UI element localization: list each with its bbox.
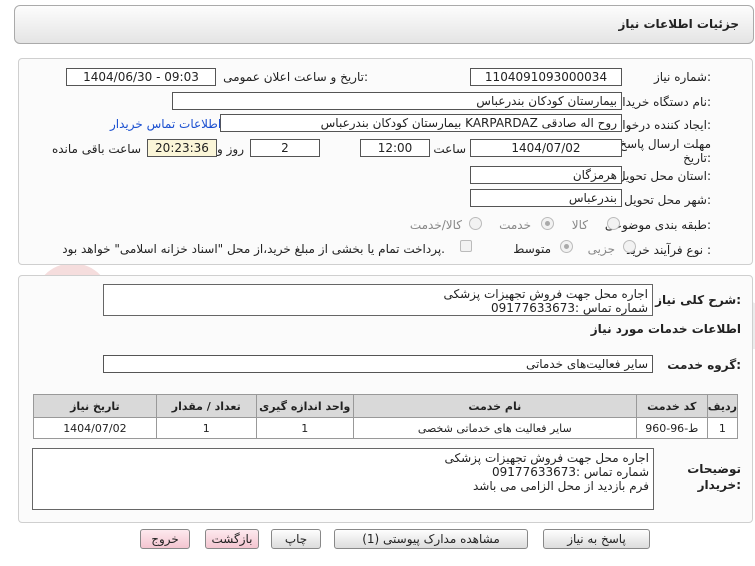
- buyer-notes-label-2: خریدار:: [697, 478, 741, 492]
- cell-date: 1404/07/02: [33, 417, 157, 439]
- contact-info-link[interactable]: اطلاعات تماس خریدار: [110, 117, 221, 131]
- deadline-label-date: تاریخ:: [683, 151, 711, 165]
- col-qty: تعداد / مقدار: [155, 394, 257, 418]
- days-field: 2: [250, 139, 320, 157]
- days-label: روز و: [217, 142, 244, 156]
- process-label: نوع فرآیند خرید :: [626, 243, 711, 257]
- services-table: ردیف کد خدمت نام خدمت واحد اندازه گیری ت…: [33, 394, 739, 439]
- buyer-notes-line-3: فرم بازدید از محل الزامی می باشد: [473, 479, 649, 493]
- cell-unit: 1: [255, 417, 354, 439]
- category-option-service: خدمت: [499, 218, 531, 232]
- remaining-timer: 20:23:36: [147, 139, 217, 157]
- buyer-notes-line-1: اجاره محل جهت فروش تجهیزات پزشکی: [444, 451, 650, 465]
- category-radio-goods-service[interactable]: [469, 217, 482, 230]
- buyer-notes-label: توضیحات: [687, 462, 741, 476]
- col-unit: واحد اندازه گیری: [255, 394, 354, 418]
- page-header: جزئیات اطلاعات نیاز: [14, 5, 754, 44]
- summary-label: شرح کلی نیاز:: [655, 293, 741, 307]
- page-title: جزئیات اطلاعات نیاز: [618, 17, 739, 31]
- cell-name: سایر فعالیت های خدماتی شخصی: [352, 417, 637, 439]
- deadline-time-field: 12:00: [360, 139, 430, 157]
- cell-row: 1: [706, 417, 739, 439]
- buyer-org-label: نام دستگاه خریدار:: [616, 95, 712, 109]
- summary-line-2: شماره تماس :09177633673: [491, 301, 648, 315]
- announce-field: 1404/06/30 - 09:03: [66, 68, 216, 86]
- treasury-note: پرداخت تمام یا بخشی از مبلغ خرید،از محل …: [62, 242, 445, 256]
- col-code: کد خدمت: [635, 394, 708, 418]
- treasury-checkbox[interactable]: [460, 240, 472, 252]
- category-option-goods-service: کالا/خدمت: [409, 218, 462, 232]
- province-label: استان محل تحویل:: [616, 169, 711, 183]
- service-group-field: سایر فعالیت‌های خدماتی: [103, 355, 653, 373]
- cell-qty: 1: [155, 417, 257, 439]
- category-option-goods: کالا: [571, 218, 588, 232]
- reply-button[interactable]: پاسخ به نیاز: [543, 529, 650, 549]
- summary-line-1: اجاره محل جهت فروش تجهیزات پزشکی: [443, 287, 649, 301]
- city-field: بندرعباس: [470, 189, 622, 207]
- back-button[interactable]: بازگشت: [205, 529, 259, 549]
- process-radio-medium[interactable]: [560, 240, 573, 253]
- cell-code: ط-96-960: [635, 417, 708, 439]
- buyer-org-field: بیمارستان کودکان بندرعباس: [172, 92, 622, 110]
- need-number-field: 1104091093000034: [470, 68, 622, 86]
- exit-button[interactable]: خروج: [140, 529, 190, 549]
- process-option-minor: جزیی: [587, 242, 615, 256]
- category-radio-goods[interactable]: [607, 217, 620, 230]
- announce-label: تاریخ و ساعت اعلان عمومی:: [223, 70, 368, 84]
- province-field: هرمزگان: [470, 166, 622, 184]
- services-section-title: اطلاعات خدمات مورد نیاز: [590, 322, 741, 336]
- deadline-date-field: 1404/07/02: [470, 139, 622, 157]
- need-number-label: شماره نیاز:: [653, 70, 711, 84]
- category-radio-service[interactable]: [541, 217, 554, 230]
- buyer-notes-textarea[interactable]: اجاره محل جهت فروش تجهیزات پزشکی شماره ت…: [32, 448, 654, 510]
- col-row: ردیف: [706, 394, 739, 418]
- city-label: شهر محل تحویل:: [624, 193, 711, 207]
- deadline-time-label: ساعت: [433, 142, 466, 156]
- summary-textarea[interactable]: اجاره محل جهت فروش تجهیزات پزشکی شماره ت…: [103, 284, 653, 316]
- attachments-button[interactable]: مشاهده مدارک پیوستی (1): [334, 529, 528, 549]
- category-label: طبقه بندی موضوعی:: [604, 218, 711, 232]
- need-info-panel: [18, 58, 753, 265]
- buyer-notes-line-2: شماره تماس :09177633673: [492, 465, 649, 479]
- process-option-medium: متوسط: [513, 242, 551, 256]
- col-date: تاریخ نیاز: [33, 394, 157, 418]
- remaining-label: ساعت باقی مانده: [51, 142, 141, 156]
- print-button[interactable]: چاپ: [271, 529, 321, 549]
- creator-field: روح اله صادقی KARPARDAZ بیمارستان کودکان…: [220, 114, 622, 132]
- col-name: نام خدمت: [352, 394, 637, 418]
- table-row: 1 ط-96-960 سایر فعالیت های خدماتی شخصی 1…: [33, 417, 739, 439]
- process-radio-minor[interactable]: [623, 240, 636, 253]
- service-group-label: گروه خدمت:: [667, 358, 741, 372]
- table-header-row: ردیف کد خدمت نام خدمت واحد اندازه گیری ت…: [33, 394, 739, 418]
